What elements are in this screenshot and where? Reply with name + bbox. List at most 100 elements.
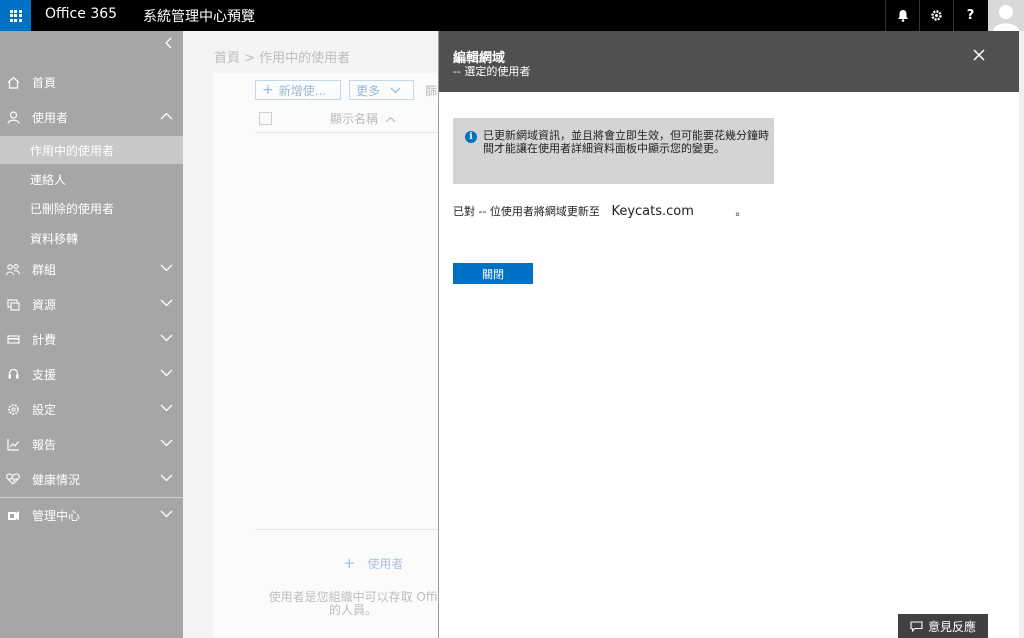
plus-icon: + <box>343 554 356 572</box>
chevron-left-icon <box>165 37 172 49</box>
sidebar-subitem-label: 資料移轉 <box>30 231 79 246</box>
chevron-down-icon <box>160 510 173 518</box>
filter-label[interactable]: 篩 <box>425 82 437 99</box>
sidebar-item-groups[interactable]: 群組 <box>0 254 183 284</box>
info-message: i 已更新網域資訊，並且將會立即生效，但可能要花幾分鐘時間才能讓在使用者詳細資料… <box>453 118 774 184</box>
sidebar-item-users[interactable]: 使用者 <box>0 102 183 132</box>
users-list-panel <box>213 73 438 638</box>
close-icon <box>973 49 985 61</box>
sidebar-subitem-label: 連絡人 <box>30 172 67 187</box>
sidebar-divider <box>0 497 183 498</box>
close-panel-button[interactable] <box>973 45 985 66</box>
scrollbar[interactable] <box>1019 31 1024 638</box>
chevron-down-icon <box>160 264 173 272</box>
chevron-down-icon <box>160 404 173 412</box>
notifications-button[interactable] <box>885 0 919 31</box>
sidebar-item-label: 健康情況 <box>32 472 81 487</box>
sidebar-subitem-active-users[interactable]: 作用中的使用者 <box>0 136 183 164</box>
plus-icon: + <box>262 82 274 98</box>
info-message-text: 已更新網域資訊，並且將會立即生效，但可能要花幾分鐘時間才能讓在使用者詳細資料面板… <box>483 129 769 155</box>
result-message: 已對 -- 位使用者將網域更新至 Keycats.com 。 <box>453 203 746 219</box>
empty-state-text: 使用者是您組織中可以存取 Offi 的人員。 <box>263 591 443 617</box>
sidebar: 首頁 使用者 作用中的使用者 連絡人 已刪除的使用者 資料移轉 群組 資源 計費… <box>0 31 183 638</box>
close-button[interactable]: 關閉 <box>453 263 533 284</box>
sidebar-item-home[interactable]: 首頁 <box>0 67 183 97</box>
sidebar-subitem-label: 已刪除的使用者 <box>30 201 115 216</box>
gear-icon <box>931 10 942 21</box>
sidebar-item-admin-centers[interactable]: 管理中心 <box>0 500 183 530</box>
sidebar-item-label: 管理中心 <box>32 508 81 523</box>
support-icon <box>6 367 20 381</box>
sidebar-item-label: 計費 <box>32 332 57 347</box>
table-header: 顯示名稱 <box>255 109 441 131</box>
column-display-name[interactable]: 顯示名稱 <box>330 110 396 127</box>
add-user-button-label: 新增使... <box>278 83 327 98</box>
group-icon <box>6 262 20 276</box>
add-user-button[interactable]: + 新增使... <box>255 80 341 100</box>
settings-button[interactable] <box>919 0 953 31</box>
chevron-down-icon <box>160 334 173 342</box>
resources-icon <box>6 297 20 311</box>
chevron-down-icon <box>160 299 173 307</box>
column-display-name-label: 顯示名稱 <box>330 112 379 126</box>
sort-ascending-icon <box>385 116 396 123</box>
home-icon <box>6 75 20 89</box>
table-footer-divider <box>255 529 441 530</box>
sidebar-item-label: 支援 <box>32 367 57 382</box>
chevron-down-icon <box>160 369 173 377</box>
sidebar-item-reports[interactable]: 報告 <box>0 429 183 459</box>
add-user-link-label: 使用者 <box>367 557 404 571</box>
comment-icon <box>910 620 923 632</box>
sidebar-item-settings[interactable]: 設定 <box>0 394 183 424</box>
app-launcher-button[interactable] <box>0 0 31 31</box>
billing-icon <box>6 332 20 346</box>
feedback-button-label: 意見反應 <box>927 619 976 634</box>
panel-header: 編輯網域 -- 選定的使用者 <box>439 31 1019 92</box>
chevron-up-icon <box>160 112 173 120</box>
sidebar-item-label: 首頁 <box>32 75 57 90</box>
user-icon <box>6 110 20 124</box>
collapse-sidebar-button[interactable] <box>165 37 173 53</box>
result-domain: Keycats.com <box>611 204 694 219</box>
waffle-icon <box>9 9 22 22</box>
edit-domain-panel: 編輯網域 -- 選定的使用者 i 已更新網域資訊，並且將會立即生效，但可能要花幾… <box>438 31 1019 638</box>
panel-subtitle: -- 選定的使用者 <box>453 65 531 78</box>
breadcrumb[interactable]: 首頁 > 作用中的使用者 <box>214 47 350 66</box>
sidebar-subitem-label: 作用中的使用者 <box>30 143 115 158</box>
health-icon <box>6 472 20 486</box>
chevron-down-icon <box>160 439 173 447</box>
user-avatar-icon <box>993 5 1019 31</box>
feedback-button[interactable]: 意見反應 <box>898 614 988 638</box>
brand-logo[interactable]: Office 365 <box>45 6 117 22</box>
bell-icon <box>897 10 908 22</box>
add-user-link[interactable]: + 使用者 <box>343 554 403 572</box>
top-bar: Office 365 系統管理中心預覽 ? <box>0 0 1024 31</box>
more-button[interactable]: 更多 <box>349 80 414 100</box>
avatar[interactable] <box>988 0 1024 31</box>
sidebar-item-billing[interactable]: 計費 <box>0 324 183 354</box>
info-icon: i <box>465 131 477 143</box>
sidebar-item-resources[interactable]: 資源 <box>0 289 183 319</box>
sidebar-item-label: 使用者 <box>32 110 69 125</box>
settings-icon <box>6 402 20 416</box>
chevron-down-icon <box>390 87 401 93</box>
result-prefix: 已對 -- 位使用者將網域更新至 <box>453 205 600 218</box>
sidebar-item-label: 設定 <box>32 402 57 417</box>
select-all-checkbox[interactable] <box>259 112 272 125</box>
sidebar-item-label: 資源 <box>32 297 57 312</box>
reports-icon <box>6 437 20 451</box>
sidebar-item-support[interactable]: 支援 <box>0 359 183 389</box>
more-button-label: 更多 <box>356 83 381 98</box>
sidebar-subitem-contacts[interactable]: 連絡人 <box>0 165 183 193</box>
sidebar-subitem-deleted-users[interactable]: 已刪除的使用者 <box>0 194 183 222</box>
admin-center-icon <box>6 508 20 522</box>
app-title: 系統管理中心預覽 <box>143 9 255 25</box>
sidebar-subitem-data-migration[interactable]: 資料移轉 <box>0 224 183 252</box>
sidebar-item-health[interactable]: 健康情況 <box>0 464 183 494</box>
help-icon: ? <box>966 8 975 23</box>
help-button[interactable]: ? <box>953 0 987 31</box>
empty-state-line-2: 的人員。 <box>328 603 377 617</box>
chevron-down-icon <box>160 474 173 482</box>
sidebar-item-label: 報告 <box>32 437 57 452</box>
sidebar-item-label: 群組 <box>32 262 57 277</box>
